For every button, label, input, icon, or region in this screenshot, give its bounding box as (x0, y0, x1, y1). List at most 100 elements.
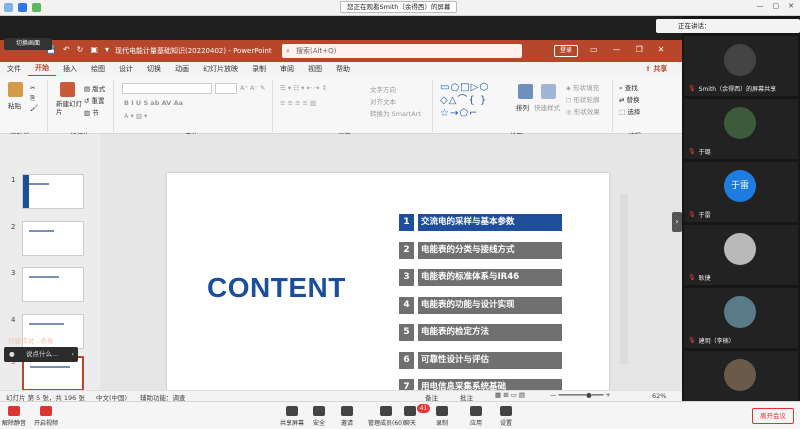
chevron-left-icon[interactable]: ‹ (71, 347, 74, 362)
format-painter-icon[interactable]: 🖌 (30, 104, 38, 112)
shape-effects-button[interactable]: ◎ 形状效果 (566, 106, 600, 116)
paste-icon[interactable] (8, 82, 23, 97)
chat-button[interactable]: 聊天 (404, 406, 416, 427)
reset-button[interactable]: ↺ 重置 (84, 95, 105, 105)
layout-button[interactable]: ▤ 版式 (84, 83, 105, 93)
find-button[interactable]: ⌕ 查找 (619, 82, 638, 93)
info-icon[interactable] (4, 3, 13, 12)
list-buttons[interactable]: ☰ ▾ ☷ ▾ ⇤ ⇥ ↕ (280, 84, 327, 92)
replace-button[interactable]: ⇄ 替换 (619, 94, 640, 104)
smartart-button[interactable]: 转换为 SmartArt (370, 108, 421, 118)
vertical-scrollbar[interactable] (620, 194, 628, 364)
ribbon-display-icon[interactable]: ▭ (590, 45, 598, 54)
slide-thumbnail[interactable] (22, 267, 84, 302)
shape-outline-button[interactable]: ◻ 形状轮廓 (566, 94, 599, 104)
font-name-select[interactable] (122, 83, 212, 94)
tab-7[interactable]: 幻灯片放映 (196, 62, 245, 76)
new-slide-button[interactable]: 新建幻灯片 (56, 100, 82, 116)
tab-5[interactable]: 切换 (140, 62, 168, 76)
participant-tile[interactable]: 🎙 建玥（李楠） (684, 288, 798, 348)
shield-icon[interactable] (18, 3, 27, 12)
tab-11[interactable]: 帮助 (329, 62, 357, 76)
undo-icon[interactable]: ↶ (63, 45, 70, 54)
participant-tile[interactable]: 🎙 Smith（余得西）的屏幕共享 (684, 36, 798, 96)
ppt-minimize-icon[interactable]: — (613, 45, 621, 54)
tab-9[interactable]: 审阅 (273, 62, 301, 76)
arrange-button[interactable]: 排列 (516, 102, 529, 112)
font-size-select[interactable] (215, 83, 237, 94)
share-button[interactable]: ⇪ 共享 (645, 64, 667, 74)
quick-styles-icon[interactable] (541, 84, 556, 99)
ppt-close-icon[interactable]: ✕ (658, 45, 665, 54)
slide-thumbnail[interactable] (22, 221, 84, 256)
share-screen-button[interactable]: 共享屏幕 (280, 406, 304, 427)
mic-muted-icon: 🎙 (688, 85, 696, 92)
font-color-buttons[interactable]: A ▾ ▨ ▾ (124, 112, 147, 120)
view-buttons[interactable]: ▦ ⊞ ▭ ▤ (495, 391, 525, 399)
maximize-icon[interactable]: ▢ (773, 2, 780, 10)
switch-view-hint[interactable]: 切换画面 (4, 38, 52, 50)
participant-tile[interactable]: 🎙 耿捷 (684, 225, 798, 285)
align-buttons[interactable]: ≡ ≡ ≡ ≡ ▥ (280, 99, 316, 107)
align-text-button[interactable]: 对齐文本 (370, 96, 396, 106)
redo-icon[interactable]: ↻ (77, 45, 84, 54)
chevron-down-icon[interactable]: ▾ (105, 45, 109, 54)
search-input[interactable]: ⌕ 搜索(Alt+Q) (282, 44, 522, 58)
security-button[interactable]: 安全 (313, 406, 325, 427)
video-button[interactable]: 开启视频 (34, 406, 58, 427)
tab-6[interactable]: 动画 (168, 62, 196, 76)
arrange-icon[interactable] (518, 84, 533, 99)
text-direction-button[interactable]: 文字方向 (370, 84, 396, 94)
slide-thumbnail[interactable] (22, 174, 84, 209)
window-controls: — ▢ ✕ (757, 2, 795, 10)
font-style-buttons[interactable]: B I U S ab AV Aa (124, 99, 183, 107)
record-button[interactable]: 录制 (436, 406, 448, 427)
present-icon[interactable]: ▣ (90, 45, 98, 54)
minimize-icon[interactable]: — (757, 2, 764, 10)
settings-icon (500, 406, 512, 416)
tab-4[interactable]: 设计 (112, 62, 140, 76)
login-button[interactable]: 登录 (554, 45, 578, 57)
participants-button[interactable]: 管理成员(60) (368, 406, 404, 427)
participant-tile[interactable]: 🎙 于璐 (684, 99, 798, 159)
participant-tile[interactable]: 于雷 🎙 于雷 (684, 162, 798, 222)
current-slide[interactable]: CONTENT 1 交流电的采样与基本参数 2 电能表的分类与接线方式 3 电能表的标准体… (167, 173, 609, 401)
mute-button[interactable]: 解除静音 (2, 406, 26, 427)
tab-10[interactable]: 视图 (301, 62, 329, 76)
agenda-number: 3 (399, 269, 414, 286)
notes-button[interactable]: 备注 (425, 392, 438, 401)
paste-button[interactable]: 粘贴 (8, 100, 21, 110)
settings-button[interactable]: 设置 (500, 406, 512, 427)
zoom-level[interactable]: 62% (652, 392, 666, 400)
invite-button[interactable]: 邀请 (341, 406, 353, 427)
panel-toggle-handle[interactable]: › (672, 212, 682, 232)
agenda-number: 5 (399, 324, 414, 341)
participant-name: 耿捷 (698, 275, 711, 282)
copy-icon[interactable]: ⎘ (30, 94, 35, 103)
accessibility-status[interactable]: 辅助功能：调查 (140, 392, 186, 401)
zoom-slider[interactable]: — ━━━━━━━●━━━ + (550, 391, 611, 399)
shapes-gallery[interactable]: ▭○□▷⬡ ◇△⌒{ } ☆→⬠⌐ (440, 81, 508, 123)
section-button[interactable]: ▥ 节 (84, 107, 99, 117)
new-slide-icon[interactable] (60, 82, 75, 97)
close-icon[interactable]: ✕ (788, 2, 794, 10)
select-button[interactable]: ⬚ 选择 (619, 106, 640, 116)
tab-8[interactable]: 录制 (245, 62, 273, 76)
apps-button[interactable]: 应用 (470, 406, 482, 427)
tab-0[interactable]: 文件 (0, 62, 28, 76)
language[interactable]: 中文(中国) (96, 392, 127, 401)
tab-2[interactable]: 插入 (56, 62, 84, 76)
chat-popup[interactable]: ● 说点什么... ‹ (4, 347, 78, 362)
thumbnail-preview (30, 366, 70, 368)
ppt-restore-icon[interactable]: ❐ (636, 45, 643, 54)
viewing-banner[interactable]: 您正在观看Smith（余得西）的屏幕 (340, 1, 458, 13)
grow-font-icon[interactable]: A⁺ A⁻ ✎ (240, 84, 265, 92)
comments-button[interactable]: 批注 (460, 392, 473, 401)
quick-styles-button[interactable]: 快速样式 (534, 102, 560, 112)
shape-fill-button[interactable]: ◈ 形状填充 (566, 82, 599, 92)
cut-icon[interactable]: ✂ (30, 84, 35, 92)
signal-icon[interactable] (32, 3, 41, 12)
tab-3[interactable]: 绘图 (84, 62, 112, 76)
leave-meeting-button[interactable]: 离开会议 (752, 408, 794, 424)
tab-1[interactable]: 开始 (28, 61, 56, 77)
